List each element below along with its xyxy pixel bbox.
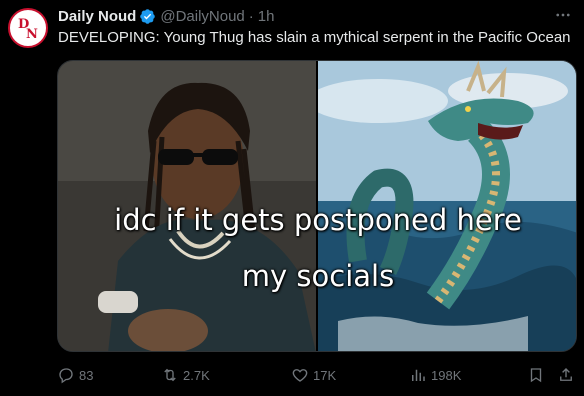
overlay-caption-line2: my socials [241, 259, 395, 293]
bookmark-icon [530, 368, 542, 383]
handle[interactable]: @DailyNoud [160, 8, 244, 25]
daily-noud-logo: D N [11, 11, 45, 45]
verified-badge-icon [139, 8, 156, 25]
tweet-card[interactable]: D N Daily Noud @DailyNoud · 1h DEVELOPIN… [0, 0, 584, 396]
repost-button[interactable]: 2.7K [161, 365, 210, 385]
display-name[interactable]: Daily Noud [58, 8, 136, 25]
like-button[interactable]: 17K [291, 365, 336, 385]
repost-count: 2.7K [183, 367, 210, 383]
heart-icon [292, 369, 308, 382]
like-count: 17K [313, 367, 337, 383]
overlay-caption-line1: idc if it gets postponed here [114, 203, 522, 237]
svg-text:N: N [26, 27, 38, 42]
tweet-header: Daily Noud @DailyNoud · 1h [58, 6, 274, 26]
media-grid[interactable]: idc if it gets postponed here my socials [57, 60, 577, 352]
views-chart-icon [412, 369, 425, 381]
tweet-text: DEVELOPING: Young Thug has slain a mythi… [58, 29, 571, 46]
more-horizontal-icon[interactable] [552, 6, 574, 24]
bookmark-button[interactable] [527, 365, 549, 385]
separator: · [248, 7, 254, 25]
views-count: 198K [431, 367, 462, 383]
share-icon [560, 368, 572, 381]
avatar[interactable]: D N [8, 8, 48, 48]
reply-icon [59, 368, 73, 384]
timestamp[interactable]: 1h [258, 8, 275, 25]
repost-icon [164, 368, 176, 382]
share-button[interactable] [557, 365, 579, 385]
reply-count: 83 [79, 367, 94, 383]
action-bar: 83 2.7K 17K 198K [57, 365, 577, 385]
reply-button[interactable]: 83 [57, 365, 93, 385]
views-button[interactable]: 198K [409, 365, 461, 385]
